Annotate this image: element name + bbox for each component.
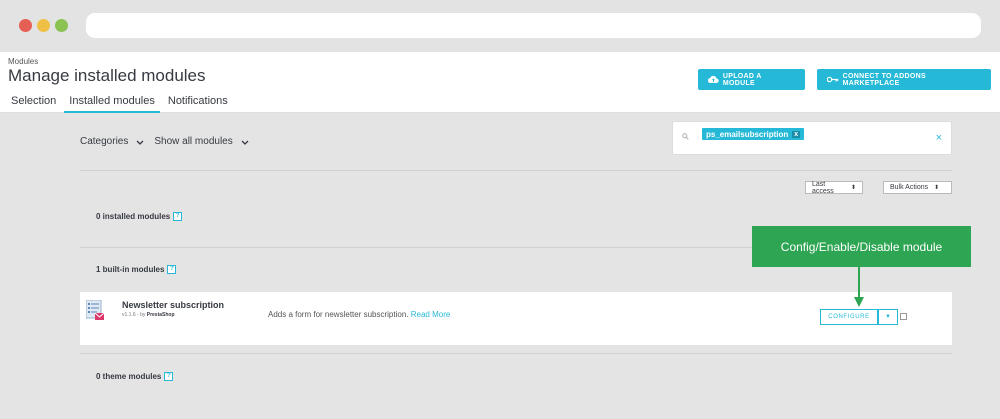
tab-bar: Selection Installed modules Notification…	[6, 94, 236, 113]
help-icon[interactable]: ?	[167, 265, 177, 274]
maximize-window-dot[interactable]	[55, 19, 68, 32]
installed-modules-count: 0 installed modules	[96, 212, 171, 221]
builtin-modules-heading: 1 built-in modules ?	[96, 265, 177, 274]
filter-bar: Categories Show all modules	[80, 136, 259, 147]
tab-notifications[interactable]: Notifications	[163, 94, 233, 113]
cloud-upload-icon	[708, 75, 719, 83]
show-modules-label: Show all modules	[154, 136, 233, 147]
module-author: PrestaShop	[146, 312, 175, 318]
tab-installed-modules[interactable]: Installed modules	[64, 94, 160, 113]
page-title: Manage installed modules	[8, 66, 206, 85]
divider	[80, 170, 952, 171]
remove-tag-button[interactable]: x	[792, 130, 801, 138]
module-search-input[interactable]: ps_emailsubscription x ×	[672, 121, 952, 155]
page-header: Modules Manage installed modules Selecti…	[0, 52, 1000, 113]
divider	[80, 353, 952, 354]
module-description-text: Adds a form for newsletter subscription.	[268, 310, 409, 319]
tab-selection[interactable]: Selection	[6, 94, 61, 113]
connect-addons-label: CONNECT TO ADDONS MARKETPLACE	[842, 72, 926, 87]
module-name: Newsletter subscription	[122, 300, 225, 310]
bulk-actions-label: Bulk Actions	[890, 184, 929, 191]
key-icon	[827, 76, 839, 83]
bulk-actions-dropdown[interactable]: Bulk Actions ⬍	[883, 181, 952, 194]
builtin-modules-count: 1 built-in modules	[96, 265, 165, 274]
annotation-callout: Config/Enable/Disable module	[752, 226, 971, 267]
search-tag-label: ps_emailsubscription	[706, 129, 789, 139]
installed-modules-heading: 0 installed modules ?	[96, 212, 183, 221]
categories-dropdown[interactable]: Categories	[80, 136, 144, 147]
configure-button[interactable]: CONFIGURE	[820, 309, 878, 325]
chevron-down-icon	[136, 137, 144, 147]
show-modules-dropdown[interactable]: Show all modules	[154, 136, 249, 147]
help-icon[interactable]: ?	[173, 212, 183, 221]
sort-arrows-icon: ⬍	[934, 185, 940, 191]
module-description: Adds a form for newsletter subscription.…	[268, 310, 450, 319]
categories-label: Categories	[80, 136, 129, 147]
read-more-link[interactable]: Read More	[411, 310, 451, 319]
sort-arrows-icon: ⬍	[850, 185, 856, 191]
caret-down-icon: ▼	[885, 314, 891, 320]
upload-module-button[interactable]: UPLOAD A MODULE	[698, 69, 805, 90]
last-access-label: Last access	[812, 180, 834, 195]
newsletter-module-icon	[86, 300, 104, 320]
theme-modules-count: 0 theme modules	[96, 372, 162, 381]
search-icon	[682, 133, 689, 140]
browser-chrome	[0, 0, 1000, 52]
upload-module-label: UPLOAD A MODULE	[722, 72, 762, 87]
close-window-dot[interactable]	[19, 19, 32, 32]
clear-search-icon[interactable]: ×	[936, 132, 942, 144]
search-tag: ps_emailsubscription x	[702, 128, 805, 140]
theme-modules-heading: 0 theme modules ?	[96, 372, 174, 381]
minimize-window-dot[interactable]	[37, 19, 50, 32]
address-bar[interactable]	[86, 13, 981, 38]
module-version-text: v1.1.6 - by	[122, 312, 146, 318]
module-version: v1.1.6 - by PrestaShop	[122, 312, 175, 318]
module-select-checkbox[interactable]	[900, 313, 907, 320]
module-actions-dropdown[interactable]: ▼	[878, 309, 898, 325]
last-access-sort[interactable]: Last access ⬍	[805, 180, 863, 195]
breadcrumb[interactable]: Modules	[8, 57, 38, 66]
connect-addons-button[interactable]: CONNECT TO ADDONS MARKETPLACE	[817, 69, 991, 90]
help-icon[interactable]: ?	[164, 372, 174, 381]
chevron-down-icon	[241, 137, 249, 147]
module-row: Newsletter subscription v1.1.6 - by Pres…	[80, 292, 952, 345]
arrow-down-icon	[854, 267, 864, 307]
